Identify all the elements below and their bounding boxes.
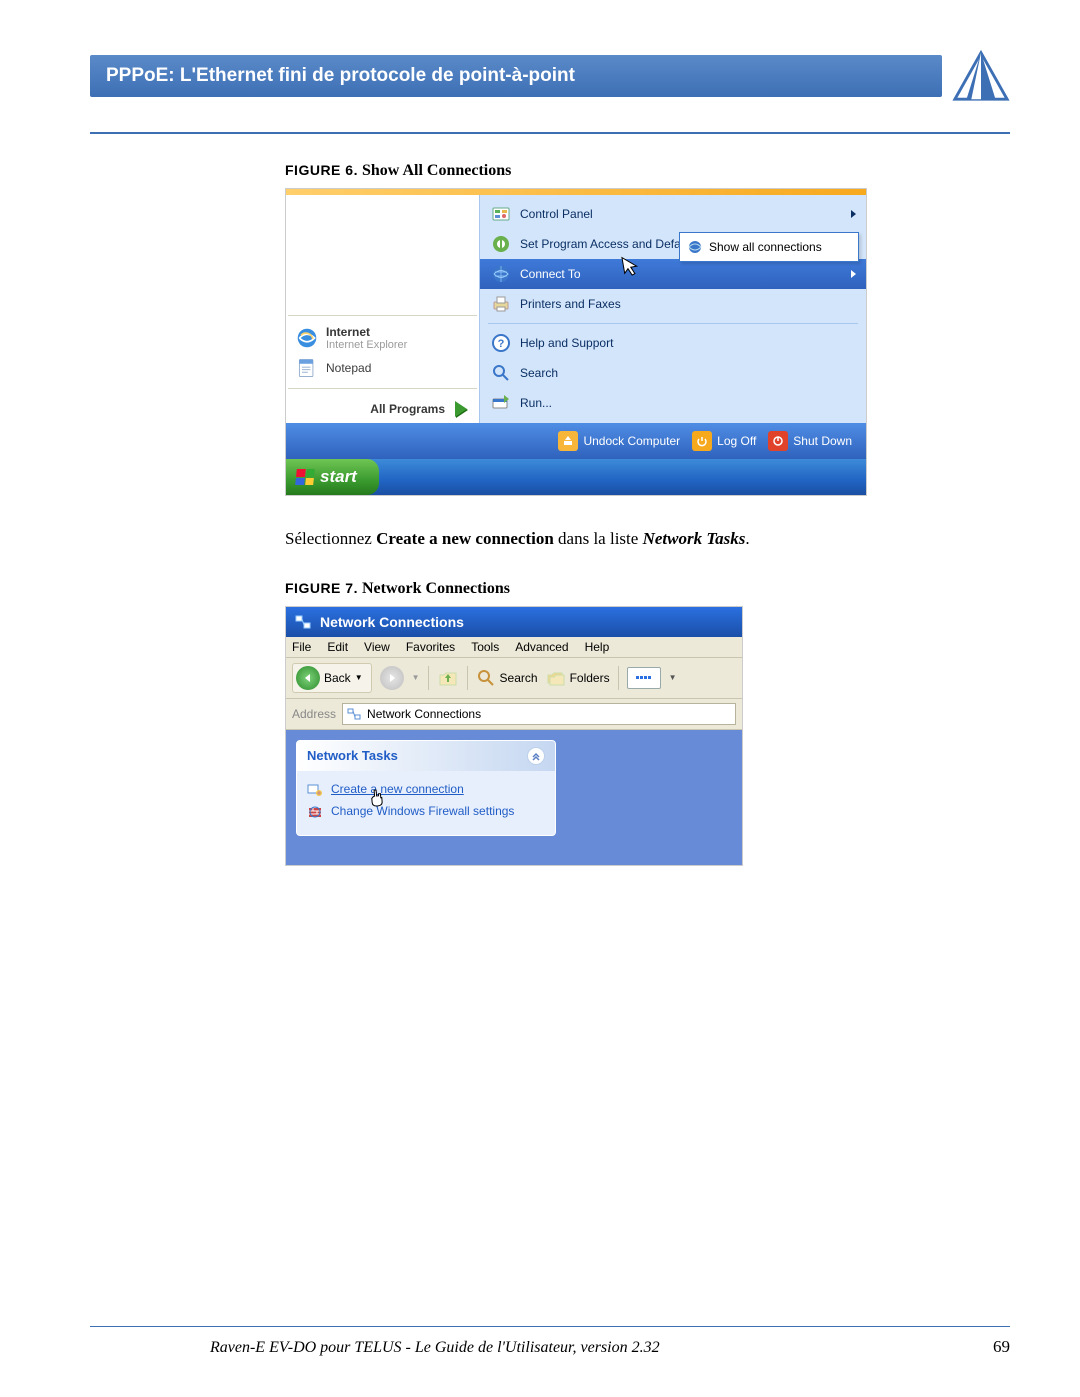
create-new-connection-link[interactable]: Create a new connection	[307, 779, 545, 801]
startmenu-screenshot: Internet Internet Explorer Notepad All P…	[285, 188, 867, 496]
all-programs[interactable]: All Programs	[294, 395, 471, 419]
network-tasks-panel: Network Tasks Create a new connection	[296, 740, 556, 836]
connect-to-icon	[490, 263, 512, 285]
menu-tools[interactable]: Tools	[471, 640, 499, 654]
help-icon: ?	[490, 332, 512, 354]
windows-flag-icon	[295, 469, 315, 485]
cursor-hand-icon	[368, 787, 386, 813]
footer-text: Raven-E EV-DO pour TELUS - Le Guide de l…	[210, 1339, 660, 1357]
svg-text:?: ?	[498, 338, 505, 350]
control-panel-item[interactable]: Control Panel	[480, 199, 866, 229]
shutdown-button[interactable]: Shut Down	[768, 431, 852, 451]
toolbar: Back ▼ ▼ Search Folders	[286, 658, 742, 699]
printers-faxes-item[interactable]: Printers and Faxes	[480, 289, 866, 319]
views-button[interactable]	[627, 667, 661, 689]
figure7-caption: FIGURE 7. Network Connections	[285, 580, 1010, 598]
ie-icon	[296, 327, 318, 349]
network-tasks-header[interactable]: Network Tasks	[297, 741, 555, 771]
back-icon	[296, 666, 320, 690]
undock-icon	[558, 431, 578, 451]
folders-icon	[546, 668, 566, 688]
shutdown-icon	[768, 431, 788, 451]
printer-icon	[490, 293, 512, 315]
show-all-connections-item[interactable]: Show all connections	[683, 236, 855, 258]
connect-to-item[interactable]: Connect To	[480, 259, 866, 289]
window-titlebar: Network Connections	[286, 607, 742, 637]
folders-button[interactable]: Folders	[546, 668, 610, 688]
footer-divider	[90, 1326, 1010, 1327]
notepad-icon	[296, 357, 318, 379]
chevron-right-icon	[851, 270, 856, 278]
forward-button[interactable]	[380, 666, 404, 690]
arrow-right-icon	[455, 401, 467, 417]
logoff-icon	[692, 431, 712, 451]
startmenu-internet[interactable]: Internet Internet Explorer	[294, 322, 471, 354]
address-bar: Address Network Connections	[286, 699, 742, 730]
back-button[interactable]: Back ▼	[292, 663, 372, 693]
network-icon	[687, 239, 703, 255]
program-access-icon	[490, 233, 512, 255]
connect-to-flyout: Show all connections	[679, 232, 859, 262]
logo-icon	[952, 50, 1010, 102]
address-field[interactable]: Network Connections	[342, 703, 736, 725]
new-connection-icon	[307, 782, 323, 798]
menu-help[interactable]: Help	[585, 640, 610, 654]
startmenu-notepad[interactable]: Notepad	[294, 354, 471, 382]
network-connections-icon	[294, 613, 312, 631]
collapse-icon	[527, 747, 545, 765]
run-icon	[490, 392, 512, 414]
menu-view[interactable]: View	[364, 640, 390, 654]
address-icon	[347, 707, 361, 721]
menu-favorites[interactable]: Favorites	[406, 640, 455, 654]
search-item[interactable]: Search	[480, 358, 866, 388]
page-title-bar: PPPoE: L'Ethernet fini de protocole de p…	[90, 55, 942, 97]
network-connections-window: Network Connections File Edit View Favor…	[285, 606, 743, 866]
menu-advanced[interactable]: Advanced	[515, 640, 568, 654]
menu-file[interactable]: File	[292, 640, 311, 654]
chevron-right-icon	[851, 210, 856, 218]
startmenu-bottom-bar: Undock Computer Log Off Shut Down	[286, 423, 866, 459]
search-button[interactable]: Search	[476, 668, 538, 688]
run-item[interactable]: Run...	[480, 388, 866, 418]
up-folder-button[interactable]	[437, 667, 459, 689]
logoff-button[interactable]: Log Off	[692, 431, 756, 451]
instruction-paragraph: Sélectionnez Create a new connection dan…	[285, 526, 1010, 552]
page-number: 69	[993, 1337, 1010, 1357]
menubar: File Edit View Favorites Tools Advanced …	[286, 637, 742, 658]
control-panel-icon	[490, 203, 512, 225]
help-support-item[interactable]: ? Help and Support	[480, 328, 866, 358]
taskbar: start	[286, 459, 866, 495]
figure6-caption: FIGURE 6. Show All Connections	[285, 162, 1010, 180]
search-icon	[490, 362, 512, 384]
start-button[interactable]: start	[286, 459, 379, 495]
change-firewall-link[interactable]: Change Windows Firewall settings	[307, 801, 545, 823]
undock-button[interactable]: Undock Computer	[558, 431, 680, 451]
menu-edit[interactable]: Edit	[327, 640, 348, 654]
header-divider	[90, 132, 1010, 134]
firewall-icon	[307, 804, 323, 820]
search-icon	[476, 668, 496, 688]
